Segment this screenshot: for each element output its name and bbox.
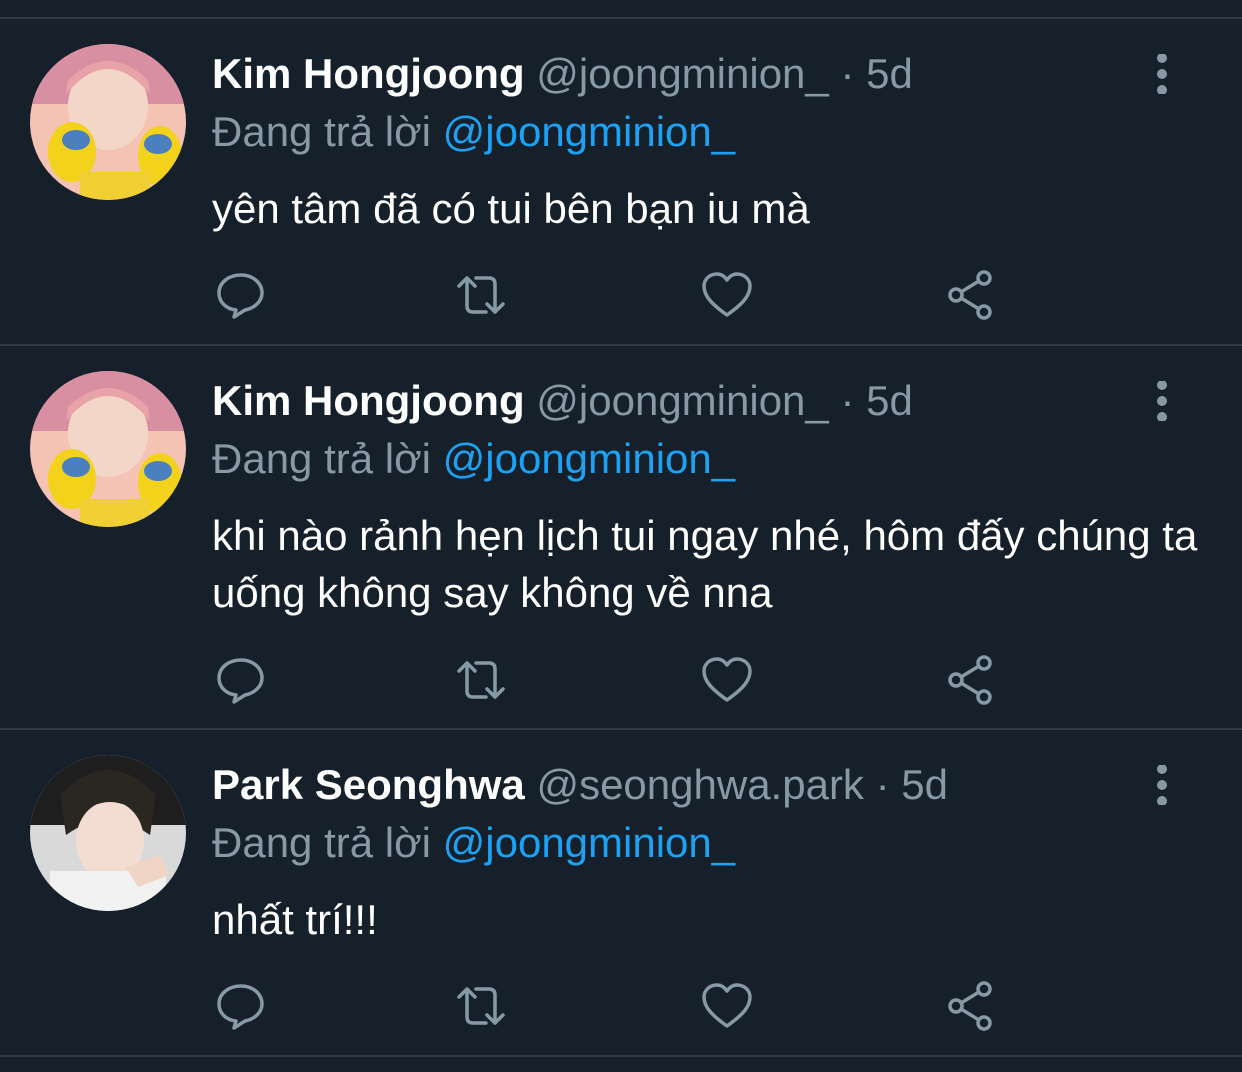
action-bar [210, 655, 1010, 705]
more-options-icon[interactable] [1142, 53, 1182, 95]
more-options-icon[interactable] [1142, 380, 1182, 422]
reply-icon[interactable] [214, 655, 268, 705]
reply-mention-link[interactable]: @joongminion_ [443, 108, 735, 155]
reply-mention-link[interactable]: @joongminion_ [443, 435, 735, 482]
retweet-icon[interactable] [454, 270, 508, 320]
tweet-header: Kim Hongjoong @joongminion_ · 5d [212, 48, 913, 100]
tweet-text: yên tâm đã có tui bên bạn iu mà [212, 185, 810, 232]
user-handle[interactable]: @seonghwa.park [536, 761, 864, 808]
divider-bottom [0, 1055, 1242, 1057]
tweet-header: Park Seonghwa @seonghwa.park · 5d [212, 759, 948, 811]
user-handle[interactable]: @joongminion_ [536, 377, 828, 424]
display-name[interactable]: Park Seonghwa [212, 761, 525, 808]
user-handle[interactable]: @joongminion_ [536, 50, 828, 97]
replying-to-label: Đang trả lời [212, 435, 431, 482]
avatar[interactable] [30, 371, 186, 527]
tweet-text: khi nào rảnh hẹn lịch tui ngay nhé, hôm … [212, 512, 1198, 616]
reply-mention-link[interactable]: @joongminion_ [443, 819, 735, 866]
tweet[interactable]: Kim Hongjoong @joongminion_ · 5d Đang tr… [0, 327, 1242, 728]
replying-to-label: Đang trả lời [212, 108, 431, 155]
timestamp[interactable]: 5d [866, 50, 913, 97]
separator: · [840, 50, 855, 97]
timestamp[interactable]: 5d [901, 761, 948, 808]
tweet-text: nhất trí!!! [212, 896, 378, 943]
avatar[interactable] [30, 44, 186, 200]
share-icon[interactable] [944, 655, 998, 705]
tweet-header: Kim Hongjoong @joongminion_ · 5d [212, 375, 913, 427]
reply-icon[interactable] [214, 270, 268, 320]
more-options-icon[interactable] [1142, 764, 1182, 806]
avatar[interactable] [30, 755, 186, 911]
like-icon[interactable] [700, 270, 754, 320]
retweet-icon[interactable] [454, 655, 508, 705]
display-name[interactable]: Kim Hongjoong [212, 377, 525, 424]
share-icon[interactable] [944, 270, 998, 320]
replying-to: Đang trả lời @joongminion_ [212, 817, 735, 869]
action-bar [210, 270, 1010, 320]
separator: · [840, 377, 855, 424]
tweet[interactable]: Park Seonghwa @seonghwa.park · 5d Đang t… [0, 711, 1242, 1055]
separator: · [875, 761, 890, 808]
like-icon[interactable] [700, 655, 754, 705]
replying-to: Đang trả lời @joongminion_ [212, 106, 735, 158]
replying-to: Đang trả lời @joongminion_ [212, 433, 735, 485]
like-icon[interactable] [700, 981, 754, 1031]
retweet-icon[interactable] [454, 981, 508, 1031]
display-name[interactable]: Kim Hongjoong [212, 50, 525, 97]
tweet[interactable]: Kim Hongjoong @joongminion_ · 5d Đang tr… [0, 0, 1242, 344]
action-bar [210, 981, 1010, 1031]
timestamp[interactable]: 5d [866, 377, 913, 424]
reply-icon[interactable] [214, 981, 268, 1031]
share-icon[interactable] [944, 981, 998, 1031]
replying-to-label: Đang trả lời [212, 819, 431, 866]
